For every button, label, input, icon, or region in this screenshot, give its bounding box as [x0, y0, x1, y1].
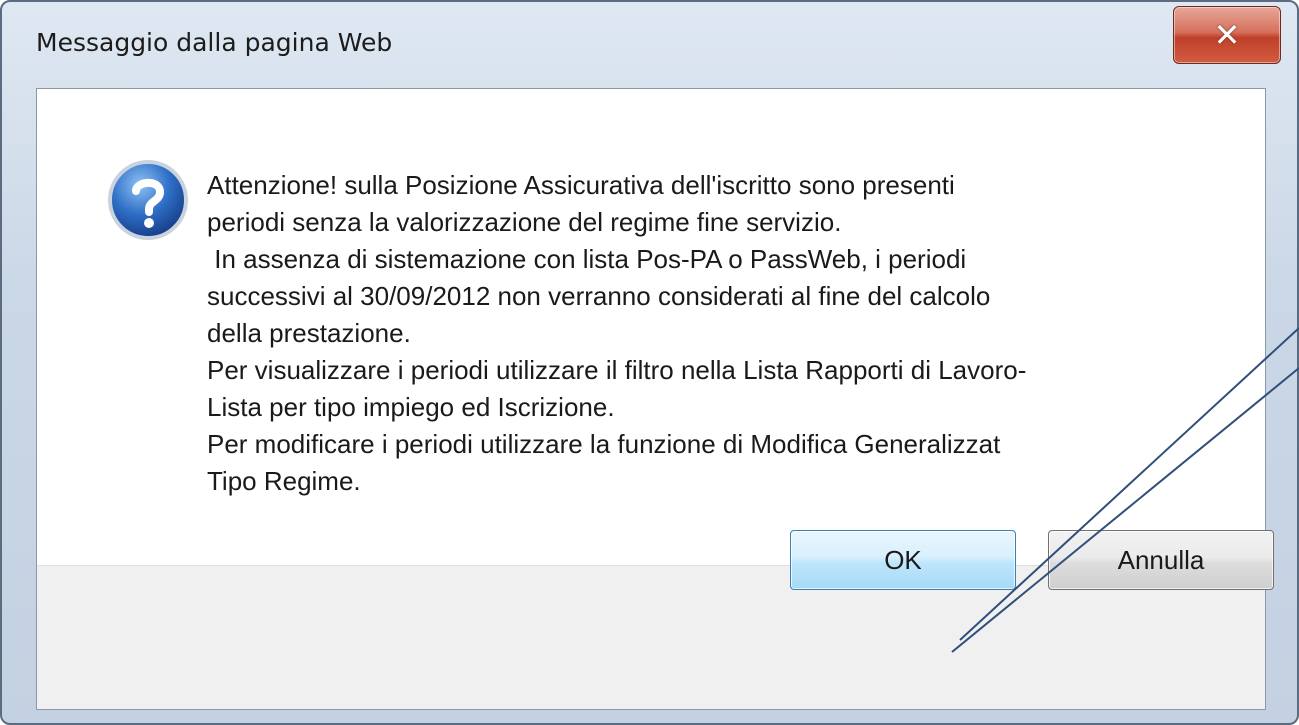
dialog-title: Messaggio dalla pagina Web: [36, 28, 393, 57]
message-line: Per visualizzare i periodi utilizzare il…: [207, 355, 1027, 385]
message-area: Attenzione! sulla Posizione Assicurativa…: [37, 89, 1265, 565]
message-line: successivi al 30/09/2012 non verranno co…: [207, 281, 991, 311]
message-line: Tipo Regime.: [207, 466, 361, 496]
message-line: In assenza di sistemazione con lista Pos…: [207, 244, 967, 274]
message-line: Lista per tipo impiego ed Iscrizione.: [207, 392, 615, 422]
cancel-button[interactable]: Annulla: [1048, 530, 1274, 590]
dialog-body: Attenzione! sulla Posizione Assicurativa…: [36, 88, 1266, 710]
close-icon: ✕: [1213, 16, 1241, 54]
question-icon: [108, 160, 188, 240]
message-line: Per modificare i periodi utilizzare la f…: [207, 429, 1001, 459]
message-line: Attenzione! sulla Posizione Assicurativa…: [207, 170, 955, 200]
message-line: della prestazione.: [207, 318, 411, 348]
message-text: Attenzione! sulla Posizione Assicurativa…: [207, 167, 1247, 500]
message-line: periodi senza la valorizzazione del regi…: [207, 207, 842, 237]
dialog-window: Messaggio dalla pagina Web ✕ Attenzione!…: [0, 0, 1299, 725]
close-button[interactable]: ✕: [1173, 6, 1281, 64]
title-bar[interactable]: Messaggio dalla pagina Web ✕: [2, 2, 1297, 92]
ok-button[interactable]: OK: [790, 530, 1016, 590]
